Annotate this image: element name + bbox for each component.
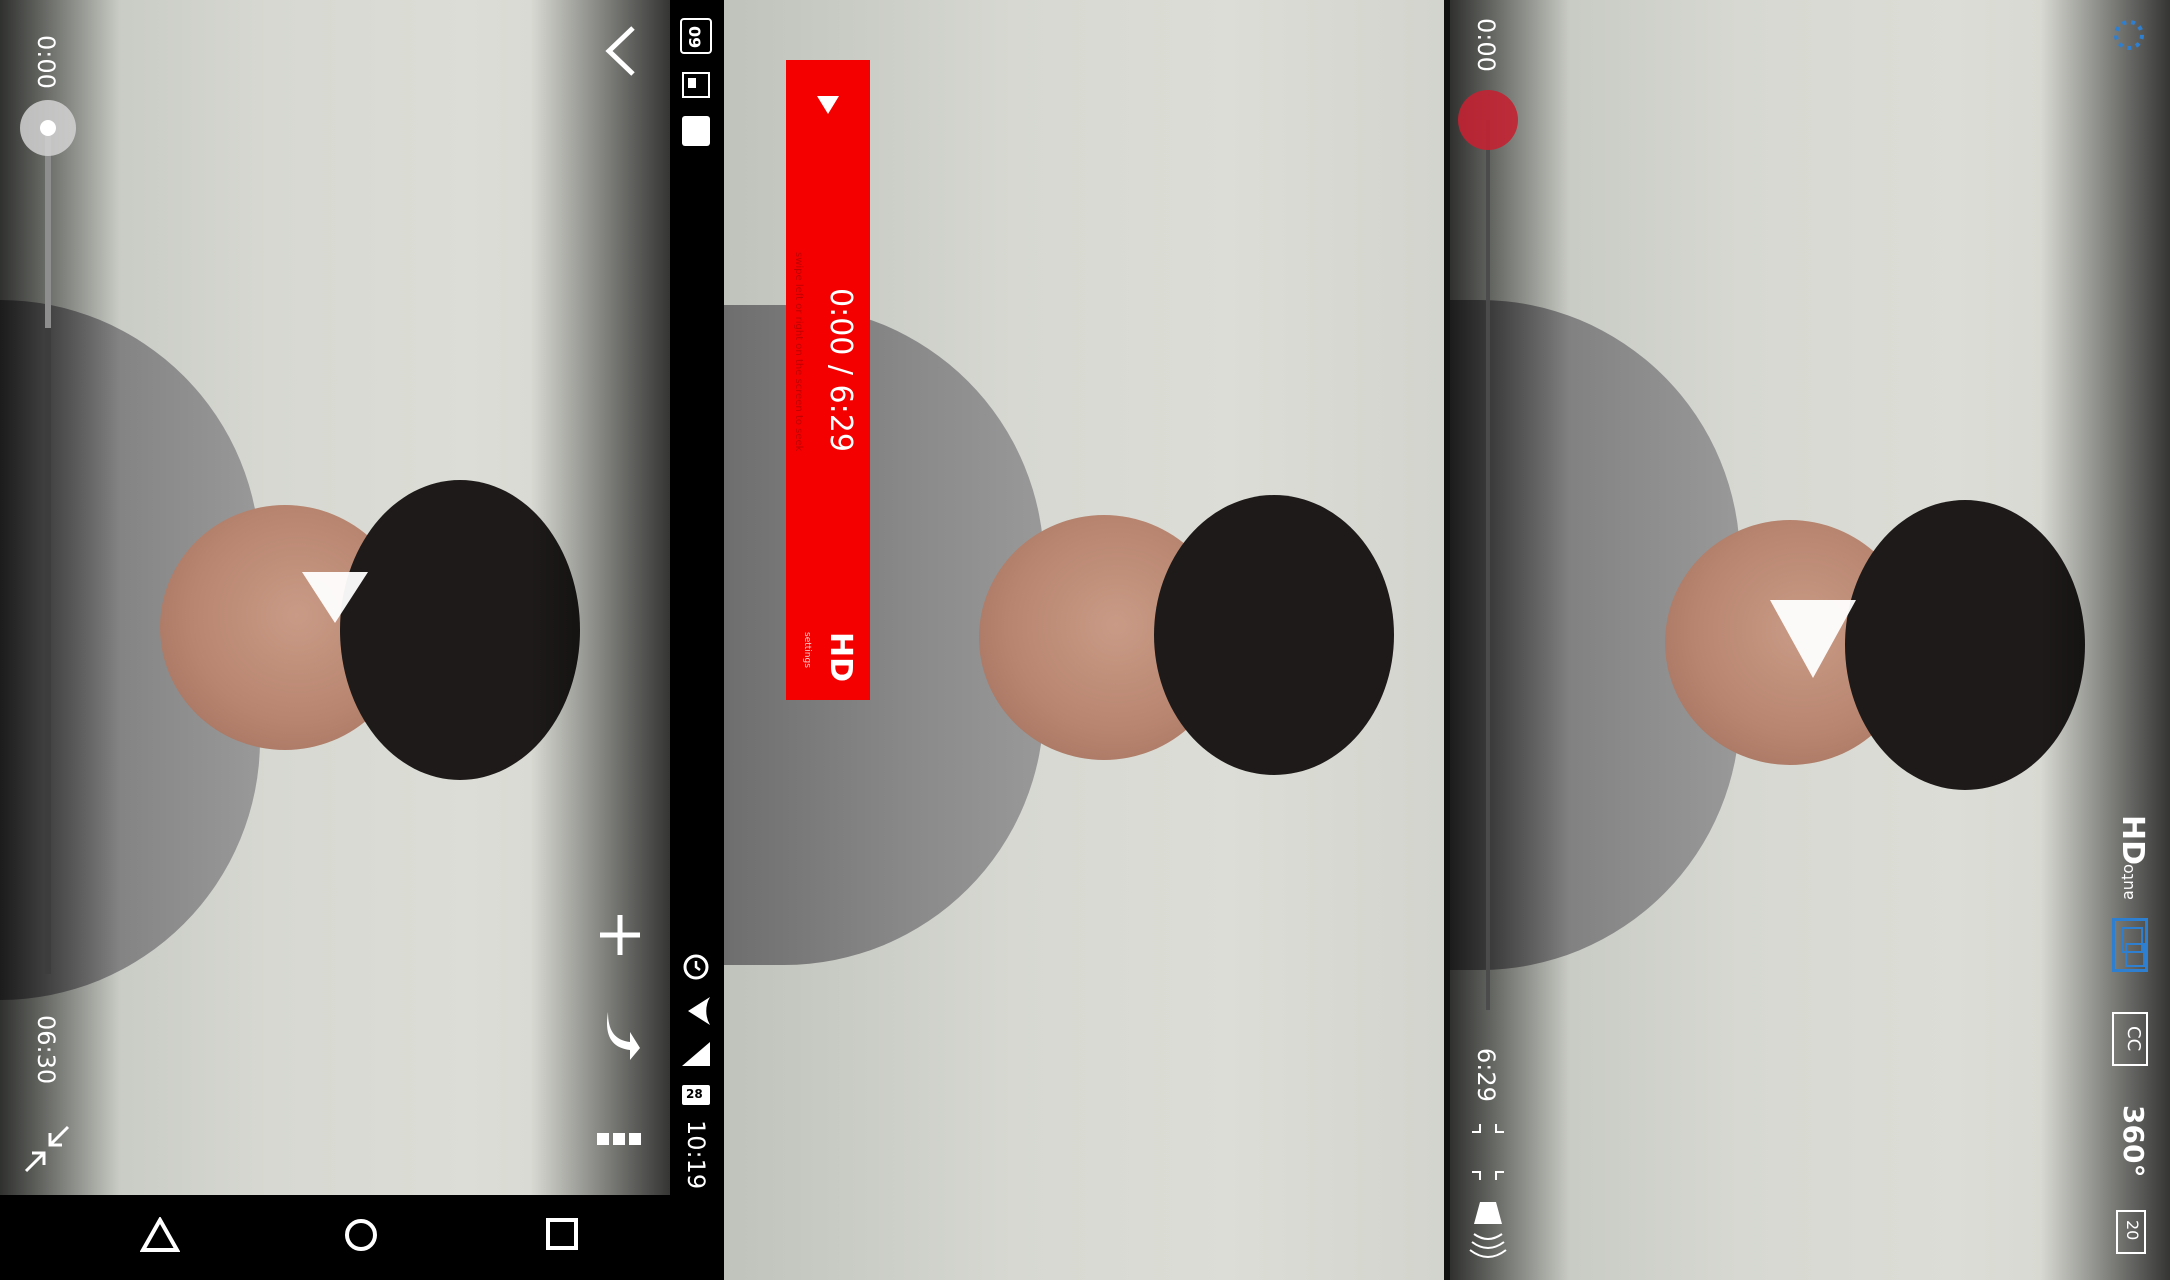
seek-thumb[interactable]: [20, 100, 76, 156]
nav-recents-icon[interactable]: [545, 1217, 579, 1251]
speed-button[interactable]: 20: [2116, 1210, 2146, 1254]
hd-auto-label: auto: [2118, 863, 2137, 900]
video-panel-3[interactable]: 0:00 6:29 HD auto CC 360° 20: [1450, 0, 2170, 1280]
status-bar: 09 28 10:19: [670, 0, 724, 1195]
alarm-icon: [683, 954, 709, 980]
seek-buffered: [45, 128, 51, 328]
time-end: 06:30: [32, 1015, 60, 1085]
nav-home-icon[interactable]: [343, 1217, 379, 1253]
android-nav-bar: [0, 1195, 724, 1280]
exit-fullscreen-icon[interactable]: [22, 1125, 72, 1173]
cast-icon[interactable]: [1468, 1200, 1508, 1264]
back-chevron-icon[interactable]: [603, 25, 639, 77]
controls-card[interactable]: 0:00 / 6:29 swipe left or right on the s…: [786, 60, 870, 700]
status-clock: 10:19: [682, 1120, 710, 1190]
signal-icon: [682, 1042, 710, 1066]
share-icon[interactable]: [600, 1010, 642, 1062]
add-icon[interactable]: [598, 913, 642, 957]
seek-hint: swipe left or right on the screen to see…: [793, 252, 804, 452]
hd-settings-label: settings: [802, 632, 812, 668]
time-display: 0:00 / 6:29: [823, 288, 858, 452]
nav-back-icon[interactable]: [140, 1217, 180, 1253]
seek-track[interactable]: [1486, 120, 1490, 1010]
hd-button[interactable]: HD: [2115, 815, 2150, 865]
collapse-arrow-icon[interactable]: [816, 95, 840, 115]
wifi-icon: [688, 997, 710, 1025]
battery-icon: 28: [682, 1085, 710, 1105]
calendar-icon: 09: [680, 18, 712, 54]
cc-button[interactable]: CC: [2112, 1012, 2148, 1066]
video-panel-2[interactable]: 0:00 / 6:29 swipe left or right on the s…: [724, 0, 1444, 1280]
time-start: 0:00: [32, 35, 60, 89]
video-panel-1[interactable]: 0:00 06:30: [0, 0, 670, 1195]
app-notification-icon: [682, 116, 710, 146]
play-icon[interactable]: [1768, 598, 1858, 680]
pip-button[interactable]: [2112, 918, 2148, 972]
photo-icon: [682, 72, 710, 98]
time-end: 6:29: [1472, 1048, 1500, 1102]
vr-360-button[interactable]: 360°: [2117, 1105, 2150, 1177]
play-icon[interactable]: [300, 570, 370, 625]
more-icon[interactable]: [597, 1133, 641, 1147]
time-start: 0:00: [1472, 18, 1500, 72]
fullscreen-icon[interactable]: [1470, 1122, 1506, 1182]
seek-thumb[interactable]: [1458, 90, 1518, 150]
loading-spinner-icon: [2114, 20, 2144, 50]
hd-button[interactable]: HD: [823, 632, 858, 682]
